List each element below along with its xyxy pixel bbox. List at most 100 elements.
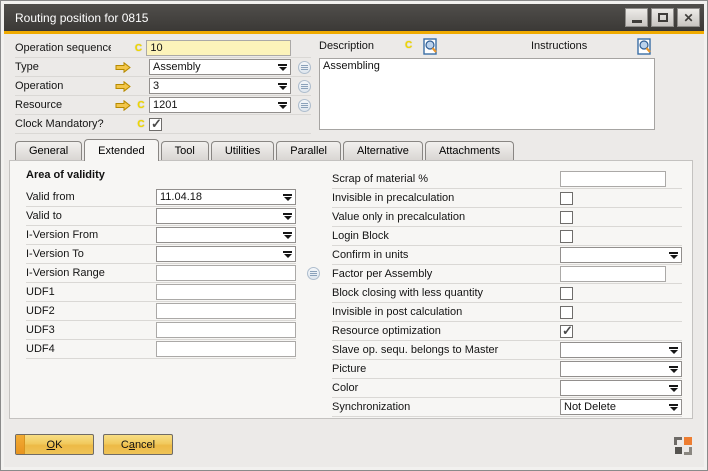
udf4-label: UDF4 — [26, 343, 156, 355]
operation-row: Operation 3 — [15, 77, 311, 96]
type-row: Type Assembly — [15, 58, 311, 77]
synchronization-label: Synchronization — [332, 401, 560, 413]
udf2-row: UDF2 — [26, 302, 296, 321]
operation-sequence-input[interactable] — [146, 40, 291, 56]
clock-mandatory-row: Clock Mandatory? C — [15, 115, 311, 134]
description-expand-editor-icon[interactable] — [423, 38, 438, 60]
valid-to-dropdown[interactable] — [156, 208, 296, 224]
operation-sequence-label: Operation sequence — [15, 42, 111, 54]
udf3-input[interactable] — [156, 322, 296, 338]
udf2-input[interactable] — [156, 303, 296, 319]
ok-button[interactable]: OK — [15, 434, 94, 455]
iversion-to-dropdown[interactable] — [156, 246, 296, 262]
udf1-input[interactable] — [156, 284, 296, 300]
scrap-of-material-row: Scrap of material % — [332, 170, 682, 189]
description-textarea[interactable]: Assembling — [319, 58, 655, 130]
operation-value: 3 — [153, 80, 278, 92]
iversion-range-row: I-Version Range — [26, 264, 296, 283]
slave-op-sequ-dropdown[interactable] — [560, 342, 682, 358]
block-closing-checkbox[interactable] — [560, 287, 573, 300]
minimize-button[interactable] — [625, 8, 648, 27]
title-bar[interactable]: Routing position for 0815 ✕ — [4, 4, 704, 31]
type-value: Assembly — [153, 61, 278, 73]
operation-edit-icon[interactable] — [298, 80, 311, 93]
resource-edit-icon[interactable] — [298, 99, 311, 112]
udf2-label: UDF2 — [26, 305, 156, 317]
slave-op-sequ-label: Slave op. sequ. belongs to Master — [332, 344, 560, 356]
invisible-in-precalculation-row: Invisible in precalculation — [332, 189, 682, 208]
udf3-label: UDF3 — [26, 324, 156, 336]
scrap-of-material-label: Scrap of material % — [332, 173, 560, 185]
header-form: Operation sequence C Type Assembly Opera… — [15, 39, 311, 134]
synchronization-value: Not Delete — [564, 401, 669, 413]
chevron-down-icon — [669, 366, 678, 373]
type-dropdown[interactable]: Assembly — [149, 59, 291, 75]
link-arrow-icon[interactable] — [115, 81, 131, 92]
resource-dropdown[interactable]: 1201 — [149, 97, 291, 113]
synchronization-dropdown[interactable]: Not Delete — [560, 399, 682, 415]
accent-line — [4, 31, 704, 34]
resource-optimization-row: Resource optimization — [332, 322, 682, 341]
tab-attachments[interactable]: Attachments — [425, 141, 514, 160]
chevron-down-icon — [283, 213, 292, 220]
iversion-from-row: I-Version From — [26, 226, 296, 245]
chevron-down-icon — [669, 404, 678, 411]
factor-per-assembly-input[interactable] — [560, 266, 666, 282]
factor-per-assembly-label: Factor per Assembly — [332, 268, 560, 280]
udf4-input[interactable] — [156, 341, 296, 357]
tab-parallel[interactable]: Parallel — [276, 141, 341, 160]
instructions-expand-editor-icon[interactable] — [637, 38, 652, 60]
routing-position-dialog: Routing position for 0815 ✕ Operation se… — [0, 0, 708, 471]
valid-from-label: Valid from — [26, 191, 156, 203]
window-title: Routing position for 0815 — [15, 11, 148, 25]
validity-section: Valid from 11.04.18 Valid to — [26, 188, 296, 283]
iversion-range-label: I-Version Range — [26, 267, 156, 279]
iversion-to-row: I-Version To — [26, 245, 296, 264]
valid-from-dropdown[interactable]: 11.04.18 — [156, 189, 296, 205]
extended-right-section: Scrap of material % Invisible in precalc… — [332, 170, 682, 417]
chevron-down-icon — [283, 251, 292, 258]
value-only-in-precalculation-row: Value only in precalculation — [332, 208, 682, 227]
operation-dropdown[interactable]: 3 — [149, 78, 291, 94]
login-block-label: Login Block — [332, 230, 560, 242]
iversion-range-input[interactable] — [156, 265, 296, 281]
chevron-down-icon — [283, 194, 292, 201]
udf4-row: UDF4 — [26, 340, 296, 359]
resource-optimization-checkbox[interactable] — [560, 325, 573, 338]
iversion-from-dropdown[interactable] — [156, 227, 296, 243]
tab-utilities[interactable]: Utilities — [211, 141, 274, 160]
tab-alternative[interactable]: Alternative — [343, 141, 423, 160]
mandatory-marker: C — [405, 40, 412, 51]
tab-tool[interactable]: Tool — [161, 141, 209, 160]
area-of-validity-title: Area of validity — [26, 169, 105, 181]
color-dropdown[interactable] — [560, 380, 682, 396]
confirm-in-units-dropdown[interactable] — [560, 247, 682, 263]
confirm-in-units-row: Confirm in units — [332, 246, 682, 265]
invisible-in-post-calculation-checkbox[interactable] — [560, 306, 573, 319]
invisible-in-post-calculation-row: Invisible in post calculation — [332, 303, 682, 322]
factor-per-assembly-row: Factor per Assembly — [332, 265, 682, 284]
value-only-in-precalculation-checkbox[interactable] — [560, 211, 573, 224]
clock-mandatory-checkbox[interactable] — [149, 118, 162, 131]
type-edit-icon[interactable] — [298, 61, 311, 74]
resize-form-icon[interactable] — [674, 437, 692, 455]
invisible-in-precalculation-label: Invisible in precalculation — [332, 192, 560, 204]
invisible-in-precalculation-checkbox[interactable] — [560, 192, 573, 205]
close-button[interactable]: ✕ — [677, 8, 700, 27]
login-block-checkbox[interactable] — [560, 230, 573, 243]
maximize-button[interactable] — [651, 8, 674, 27]
mandatory-marker: C — [137, 100, 144, 111]
chevron-down-icon — [278, 64, 287, 71]
tab-general[interactable]: General — [15, 141, 82, 160]
scrap-of-material-input[interactable] — [560, 171, 666, 187]
link-arrow-icon[interactable] — [115, 100, 131, 111]
picture-dropdown[interactable] — [560, 361, 682, 377]
tab-extended[interactable]: Extended — [84, 139, 158, 161]
operation-label: Operation — [15, 80, 113, 92]
iversion-to-label: I-Version To — [26, 248, 156, 260]
cancel-button[interactable]: Cancel — [103, 434, 173, 455]
iversion-range-edit-icon[interactable] — [307, 267, 320, 280]
link-arrow-icon[interactable] — [115, 62, 131, 73]
login-block-row: Login Block — [332, 227, 682, 246]
resource-value: 1201 — [153, 99, 278, 111]
